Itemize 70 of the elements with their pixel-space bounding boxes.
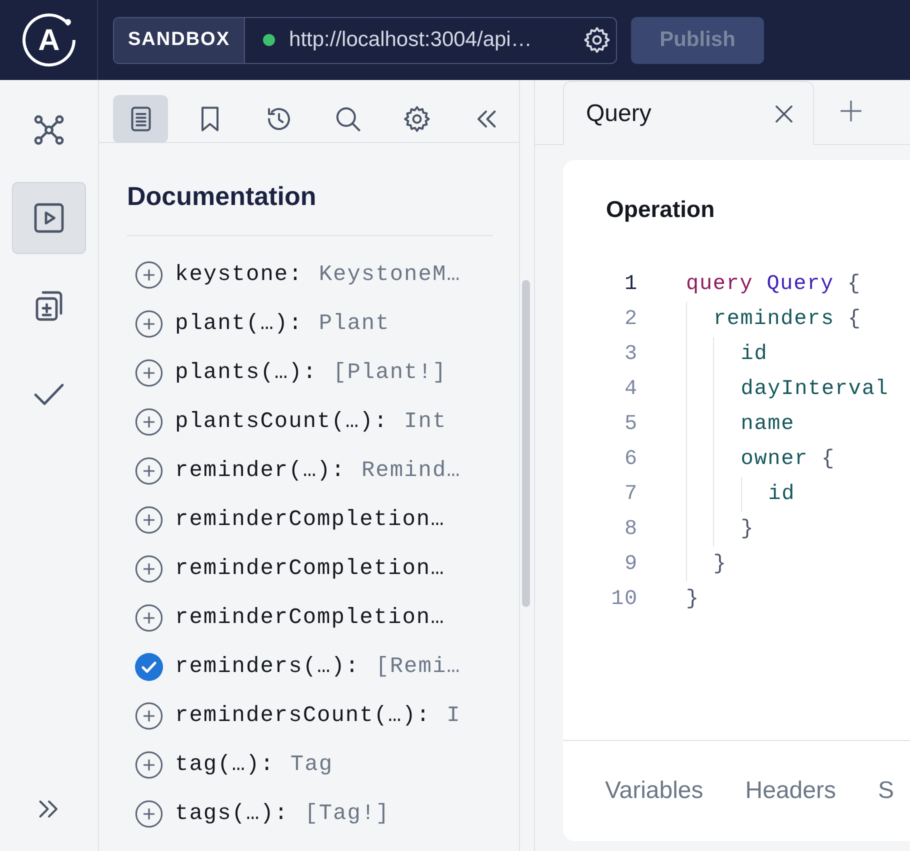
line-number: 9	[624, 552, 638, 578]
panel-tab[interactable]: Headers	[745, 777, 836, 805]
field-name[interactable]: reminderCompletion…	[175, 556, 445, 581]
add-icon[interactable]	[135, 750, 163, 778]
code-line: id	[768, 482, 796, 508]
field-type[interactable]: Plant	[318, 311, 390, 336]
field-name[interactable]: reminderCompletion…	[175, 605, 445, 630]
field-name[interactable]: tags(…):	[175, 801, 289, 826]
field-name[interactable]: remindersCount(…):	[175, 703, 431, 728]
code-line: reminders {	[713, 307, 862, 333]
panel-tab[interactable]: Variables	[605, 777, 704, 805]
query-tab[interactable]: Query	[563, 81, 814, 145]
add-icon[interactable]	[135, 260, 163, 288]
line-number: 6	[624, 447, 638, 473]
field-name[interactable]: tag(…):	[175, 752, 274, 777]
code-line: }	[713, 552, 727, 578]
add-icon[interactable]	[135, 358, 163, 386]
add-icon[interactable]	[135, 800, 163, 828]
code-line: }	[686, 587, 700, 613]
checked-icon[interactable]	[135, 652, 163, 680]
field-type[interactable]: [Tag!]	[304, 801, 390, 826]
endpoint-url: http://localhost:3004/api…	[289, 28, 533, 52]
code-line: name	[740, 412, 795, 438]
line-number: 4	[624, 377, 638, 403]
line-number: 1	[624, 272, 638, 298]
line-number: 5	[624, 412, 638, 438]
panel-tab[interactable]: S	[878, 777, 894, 805]
code-line: owner {	[740, 447, 835, 473]
field-type[interactable]: KeystoneM…	[318, 262, 461, 287]
toolbar-button[interactable]	[113, 95, 168, 143]
settings-icon	[402, 104, 432, 134]
field-name[interactable]: plant(…):	[175, 311, 303, 336]
scrollbar-thumb[interactable]	[522, 280, 530, 607]
add-icon[interactable]	[135, 408, 163, 436]
field-type[interactable]: I	[446, 703, 461, 728]
environment-label: SANDBOX	[114, 18, 246, 62]
section-title: Operation	[606, 196, 716, 224]
endpoint-bar[interactable]: SANDBOX http://localhost:3004/api…	[113, 16, 617, 64]
code-line: query Query {	[686, 272, 861, 298]
code-editor[interactable]: 1 query Query { 2 reminders { 3 id 4 dayInterval 5 name 6 owner { 7 id 8 } 9 } 10 }	[563, 267, 910, 740]
plus-icon	[838, 98, 864, 124]
add-icon[interactable]	[135, 702, 163, 730]
line-number: 3	[624, 342, 638, 368]
field-type[interactable]: Remind…	[361, 458, 461, 483]
line-number: 8	[624, 517, 638, 543]
line-number: 7	[624, 482, 638, 508]
field-name[interactable]: keystone:	[175, 262, 303, 287]
field-type[interactable]: Int	[404, 409, 447, 434]
field-name[interactable]: plantsCount(…):	[175, 409, 388, 434]
line-number: 10	[610, 587, 638, 613]
add-icon[interactable]	[135, 604, 163, 632]
add-tab-button[interactable]	[838, 98, 864, 124]
panel-title: Documentation	[127, 181, 318, 213]
add-icon[interactable]	[135, 310, 163, 338]
field-type[interactable]: Tag	[290, 752, 334, 777]
add-icon[interactable]	[135, 456, 163, 484]
field-name[interactable]: reminder(…):	[175, 458, 346, 483]
field-type[interactable]: [Remi…	[376, 654, 461, 679]
code-line: }	[740, 517, 754, 543]
nav-button[interactable]	[12, 182, 86, 254]
field-type[interactable]: [Plant!]	[333, 360, 447, 385]
code-line: dayInterval	[740, 377, 889, 403]
field-name[interactable]: reminders(…):	[175, 654, 360, 679]
field-name[interactable]: reminderCompletion…	[175, 507, 445, 532]
add-icon[interactable]	[135, 554, 163, 582]
field-name[interactable]: plants(…):	[175, 360, 318, 385]
settings-icon	[582, 25, 612, 55]
code-line: id	[740, 342, 768, 368]
line-number: 2	[624, 307, 638, 333]
add-icon[interactable]	[135, 506, 163, 534]
